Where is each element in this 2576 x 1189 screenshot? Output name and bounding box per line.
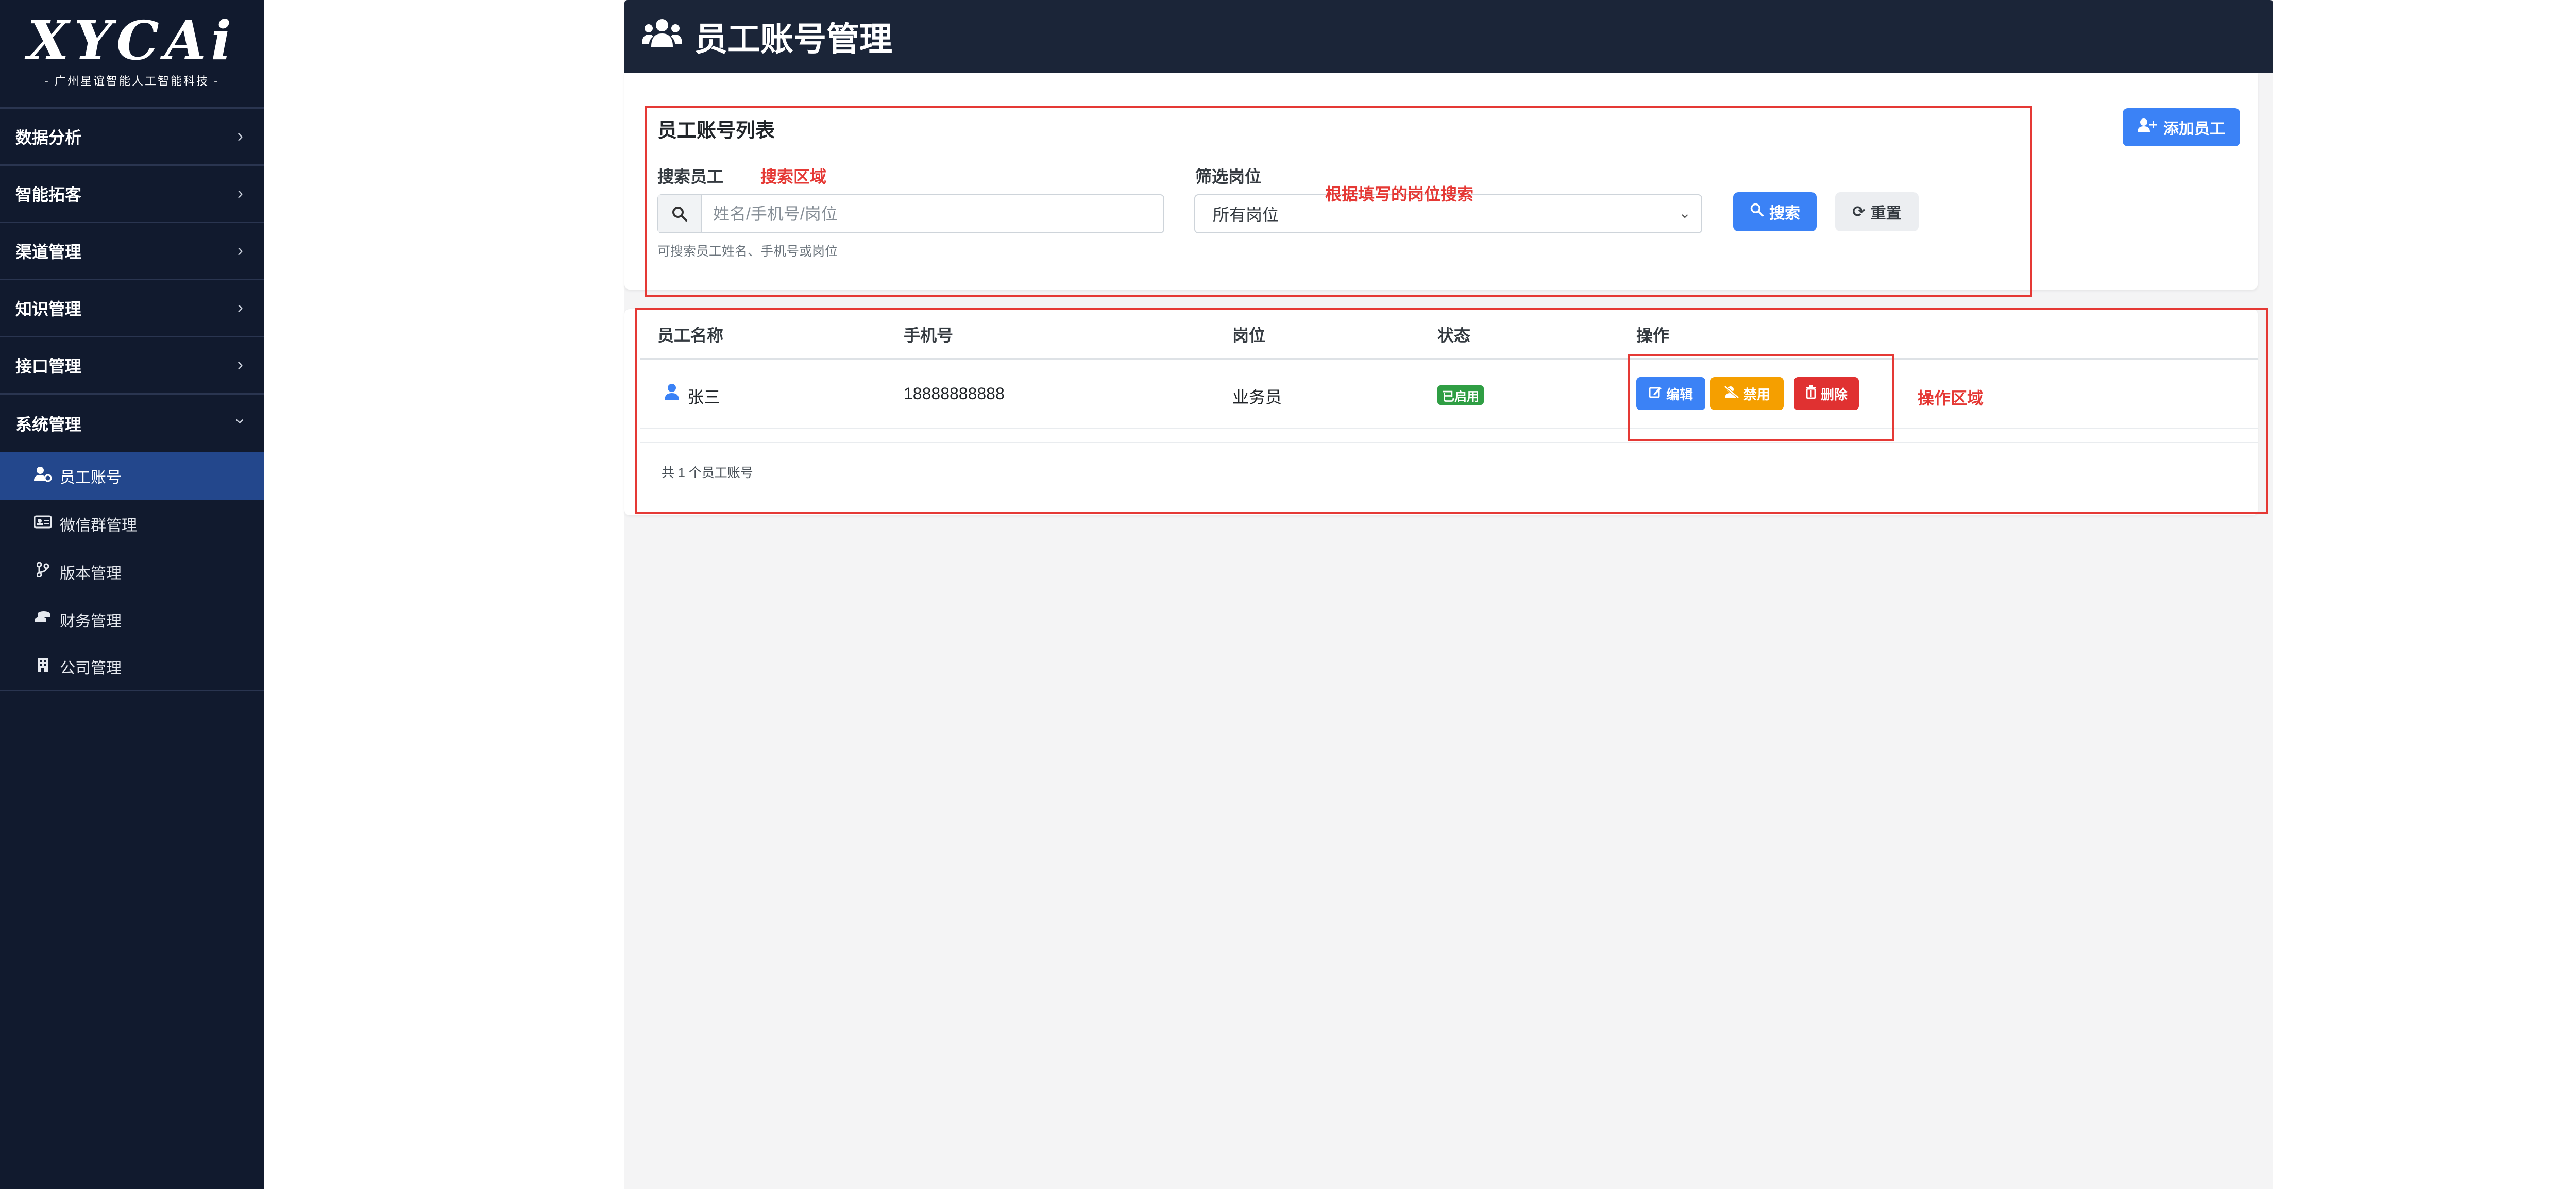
chevron-right-icon: › (237, 126, 243, 146)
chevron-right-icon: › (237, 183, 243, 203)
nav-group-api-management[interactable]: 接口管理 › (0, 337, 264, 395)
sidebar-item-finance-management[interactable]: 财务管理 (0, 596, 264, 643)
sidebar-item-label: 公司管理 (60, 660, 122, 677)
chevron-right-icon: › (237, 241, 243, 260)
page-header: 员工账号管理 (624, 0, 2273, 73)
user-gear-icon (32, 466, 54, 485)
id-card-icon (32, 515, 54, 532)
chevron-right-icon: › (237, 298, 243, 317)
user-plus-icon (2138, 118, 2157, 137)
logo-text: XYCAi (27, 9, 237, 72)
nav-group-data-analysis[interactable]: 数据分析 › (0, 109, 264, 166)
sidebar-item-employee-accounts[interactable]: 员工账号 (0, 452, 264, 500)
nav-group-label: 系统管理 (15, 415, 82, 434)
nav-group-system-management[interactable]: 系统管理 › (0, 395, 264, 452)
add-employee-button[interactable]: 添加员工 (2123, 108, 2240, 146)
position-search-annotation: 根据填写的岗位搜索 (1325, 185, 1474, 203)
nav-group-channel-management[interactable]: 渠道管理 › (0, 223, 264, 280)
sidebar-item-label: 版本管理 (60, 565, 122, 582)
search-area-annotation: 搜索区域 (760, 167, 827, 186)
logo: XYCAi - 广州星谊智能人工智能科技 - (0, 0, 264, 109)
nav-group-label: 智能拓客 (15, 185, 82, 204)
action-area-annotation: 操作区域 (1918, 389, 1984, 407)
sidebar-item-label: 微信群管理 (60, 517, 137, 534)
users-icon (642, 18, 682, 55)
sidebar-item-company-management[interactable]: 公司管理 (0, 643, 264, 691)
add-employee-label: 添加员工 (2163, 121, 2225, 138)
sidebar-item-label: 财务管理 (60, 613, 122, 630)
table-area-highlight (635, 308, 2268, 514)
nav-group-label: 知识管理 (15, 300, 82, 318)
nav-group-knowledge-management[interactable]: 知识管理 › (0, 280, 264, 337)
sidebar-item-label: 员工账号 (60, 469, 122, 486)
building-icon (32, 657, 54, 676)
chevron-down-icon: › (230, 418, 250, 424)
nav-group-label: 数据分析 (15, 128, 82, 147)
nav-group-label: 渠道管理 (15, 243, 82, 261)
sidebar-item-wechat-groups[interactable]: 微信群管理 (0, 500, 264, 548)
coins-icon (32, 610, 54, 629)
code-branch-icon (32, 562, 54, 581)
nav-group-label: 接口管理 (15, 357, 82, 376)
action-area-highlight (1628, 354, 1894, 441)
logo-subtitle: - 广州星谊智能人工智能科技 - (44, 75, 219, 88)
chevron-right-icon: › (237, 355, 243, 375)
nav-group-smart-prospecting[interactable]: 智能拓客 › (0, 166, 264, 223)
sidebar: XYCAi - 广州星谊智能人工智能科技 - 数据分析 › 智能拓客 › 渠道管… (0, 0, 264, 1189)
page-title: 员工账号管理 (694, 21, 892, 58)
sidebar-item-version-management[interactable]: 版本管理 (0, 548, 264, 596)
